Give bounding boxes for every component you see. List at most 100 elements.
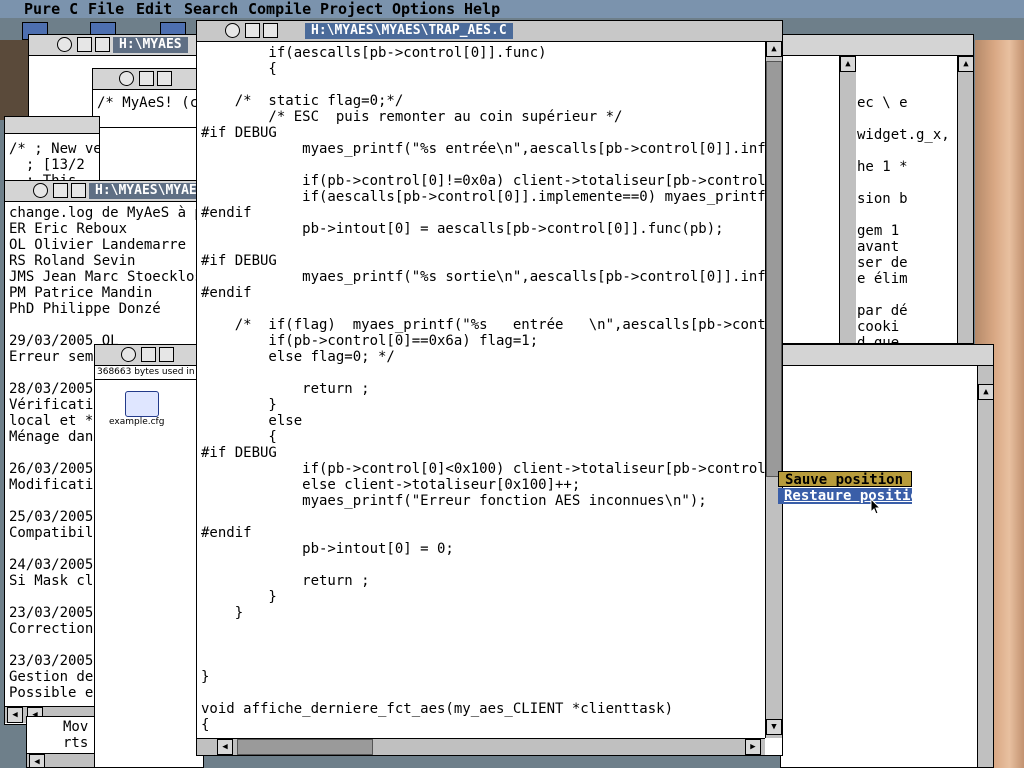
lower-right-window[interactable]: ▲: [780, 344, 994, 768]
code-line: sion b: [857, 191, 908, 207]
code-line: ser de: [857, 255, 908, 271]
right-code-lines: ec \ e widget.g_x, he 1 * sion b gem 1 av…: [857, 95, 950, 343]
code-line: if(aescalls[pb->control[0]].func): [201, 45, 547, 61]
code-line: pb->intout[0] = 0;: [201, 541, 454, 557]
horizontal-scrollbar[interactable]: ◀ ▶: [197, 738, 765, 755]
code-line: he 1 *: [857, 159, 908, 175]
minimize-icon[interactable]: [141, 347, 156, 362]
vertical-scrollbar[interactable]: ▲ ▼: [765, 41, 782, 738]
close-icon[interactable]: [225, 23, 240, 38]
menu-compile[interactable]: Compile: [248, 0, 311, 18]
main-window-titlebar[interactable]: H:\MYAES\MYAES\TRAP_AES.C: [197, 21, 782, 42]
code-line: cooki: [857, 319, 900, 335]
minimize-icon[interactable]: [139, 71, 154, 86]
code-line: pb->intout[0] = aescalls[pb->control[0]]…: [201, 221, 724, 237]
window-title: H:\MYAES: [113, 37, 188, 53]
scroll-up-icon[interactable]: ▲: [978, 384, 993, 400]
window-titlebar[interactable]: [781, 345, 993, 366]
menu-options[interactable]: Options: [392, 0, 455, 18]
window-titlebar[interactable]: H:\MYAES\MYAES\CHANGE: [5, 181, 203, 202]
code-line: /* ESC puis remonter au coin supérieur *…: [201, 109, 623, 125]
window-titlebar[interactable]: [5, 117, 99, 134]
window-title: H:\MYAES\MYAES\CHANGE: [89, 183, 203, 199]
minimize-icon[interactable]: [77, 37, 92, 52]
minimize-icon[interactable]: [245, 23, 260, 38]
code-line: if(aescalls[pb->control[0]].implemente==…: [201, 189, 783, 205]
scroll-down-icon[interactable]: ▼: [766, 719, 782, 735]
scroll-up-icon[interactable]: ▲: [766, 41, 782, 57]
scroll-left-icon[interactable]: ◀: [7, 707, 23, 723]
menu-item-restaure-position[interactable]: Restaure position: [778, 488, 927, 504]
close-icon[interactable]: [33, 183, 48, 198]
menu-file[interactable]: File: [88, 0, 124, 18]
code-line: #if DEBUG: [201, 125, 277, 141]
scroll-up-icon[interactable]: ▲: [840, 56, 856, 72]
changelog-line: PhD Philippe Donzé: [9, 301, 161, 317]
folder-info-bar: 368663 bytes used in: [95, 365, 203, 380]
vertical-scrollbar[interactable]: ▲: [977, 366, 993, 767]
horizontal-scroll-thumb[interactable]: [237, 739, 373, 755]
minimize-icon[interactable]: [53, 183, 68, 198]
close-icon[interactable]: [57, 37, 72, 52]
code-line: }: [201, 605, 244, 621]
fullscreen-icon[interactable]: [263, 23, 278, 38]
menu-search[interactable]: Search: [184, 0, 238, 18]
folder-icon[interactable]: [125, 391, 159, 417]
new-window[interactable]: /* ; New ve ; [13/2 ; This: [4, 116, 100, 184]
main-editor-window[interactable]: H:\MYAES\MYAES\TRAP_AES.C if(aescalls[pb…: [196, 20, 783, 756]
desktop-wallpaper-photo: [975, 40, 1024, 340]
myaes-text-window[interactable]: /* MyAeS! (c): [92, 68, 202, 128]
vertical-scrollbar[interactable]: ▲: [957, 56, 973, 343]
code-line: if(pb->control[0]==0x6a) flag=1;: [201, 333, 539, 349]
file-label[interactable]: example.cfg: [109, 417, 164, 427]
mouse-pointer-icon: [870, 498, 882, 515]
code-line: {: [201, 429, 277, 445]
desktop-wallpaper-photo-left: [0, 40, 28, 120]
menu-help[interactable]: Help: [464, 0, 500, 18]
fullscreen-icon[interactable]: [159, 347, 174, 362]
close-icon[interactable]: [119, 71, 134, 86]
code-line: myaes_printf("Erreur fonction AES inconn…: [201, 493, 707, 509]
main-window-title: H:\MYAES\MYAES\TRAP_AES.C: [305, 23, 513, 39]
scroll-left-icon[interactable]: ◀: [29, 754, 45, 767]
close-icon[interactable]: [121, 347, 136, 362]
vertical-scroll-thumb[interactable]: [766, 61, 782, 477]
source-code-lines[interactable]: if(aescalls[pb->control[0]].func) { /* s…: [201, 45, 783, 733]
code-line: void affiche_derniere_fct_aes(my_aes_CLI…: [201, 701, 674, 717]
fullscreen-icon[interactable]: [95, 37, 110, 52]
window-titlebar[interactable]: [93, 69, 201, 90]
code-line: return ;: [201, 573, 370, 589]
fullscreen-icon[interactable]: [157, 71, 172, 86]
code-line: {: [201, 61, 277, 77]
inner-vertical-scrollbar[interactable]: ▲: [839, 56, 856, 343]
code-line: myaes_printf("%s sortie\n",aescalls[pb->…: [201, 269, 783, 285]
menu-project[interactable]: Project: [320, 0, 383, 18]
code-line: e élim: [857, 271, 908, 287]
code-line: #if DEBUG: [201, 253, 277, 269]
fullscreen-icon[interactable]: [71, 183, 86, 198]
menu-pure-c[interactable]: Pure C: [24, 0, 78, 18]
desktop-folder-window[interactable]: 368663 bytes used in example.cfg: [94, 344, 204, 768]
scroll-right-icon[interactable]: ▶: [745, 739, 761, 755]
scroll-left-icon[interactable]: ◀: [217, 739, 233, 755]
changelog-line: PM Patrice Mandin: [9, 285, 153, 301]
code-line: if(pb->control[0]!=0x0a) client->totalis…: [201, 173, 783, 189]
scroll-up-icon[interactable]: ▲: [958, 56, 973, 72]
window-titlebar[interactable]: [95, 345, 203, 366]
code-line: ; [13/2: [9, 157, 85, 173]
menu-item-sauve-position[interactable]: Sauve position: [778, 471, 912, 488]
menu-edit[interactable]: Edit: [136, 0, 172, 18]
code-line: /* if(flag) myaes_printf("%s entrée \n",…: [201, 317, 783, 333]
